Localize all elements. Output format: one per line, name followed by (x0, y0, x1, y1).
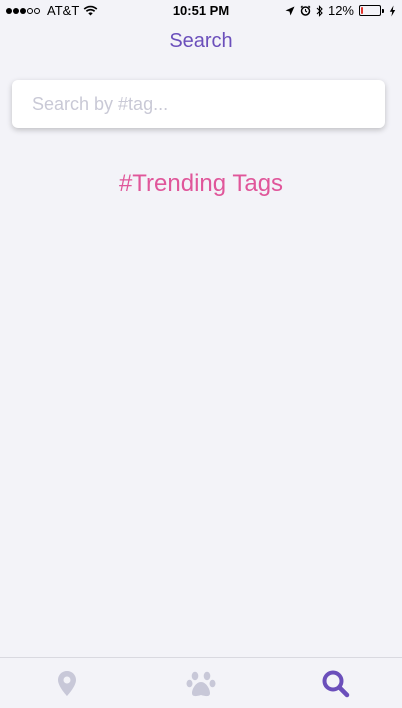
tab-bar (0, 657, 402, 708)
tab-search[interactable] (268, 658, 402, 708)
search-input[interactable] (12, 80, 385, 128)
trending-tags-heading: #Trending Tags (118, 170, 284, 197)
charging-bolt-icon (389, 5, 396, 16)
battery-percent: 12% (327, 3, 354, 18)
map-pin-icon (58, 671, 76, 696)
tab-pets[interactable] (134, 658, 268, 708)
search-box[interactable] (12, 80, 385, 128)
bluetooth-icon (316, 4, 323, 17)
battery-icon (359, 5, 384, 16)
paw-icon (186, 671, 216, 696)
tab-map[interactable] (0, 658, 134, 708)
search-screen: AT&T 10:51 PM 12% Search Search by #tag.… (0, 0, 402, 708)
location-arrow-icon (285, 6, 295, 15)
search-icon (322, 670, 349, 698)
alarm-clock-icon (300, 5, 311, 16)
status-right: 12% (285, 3, 396, 18)
status-bar: AT&T 10:51 PM 12% (0, 0, 402, 20)
page-title: Search (169, 30, 233, 52)
